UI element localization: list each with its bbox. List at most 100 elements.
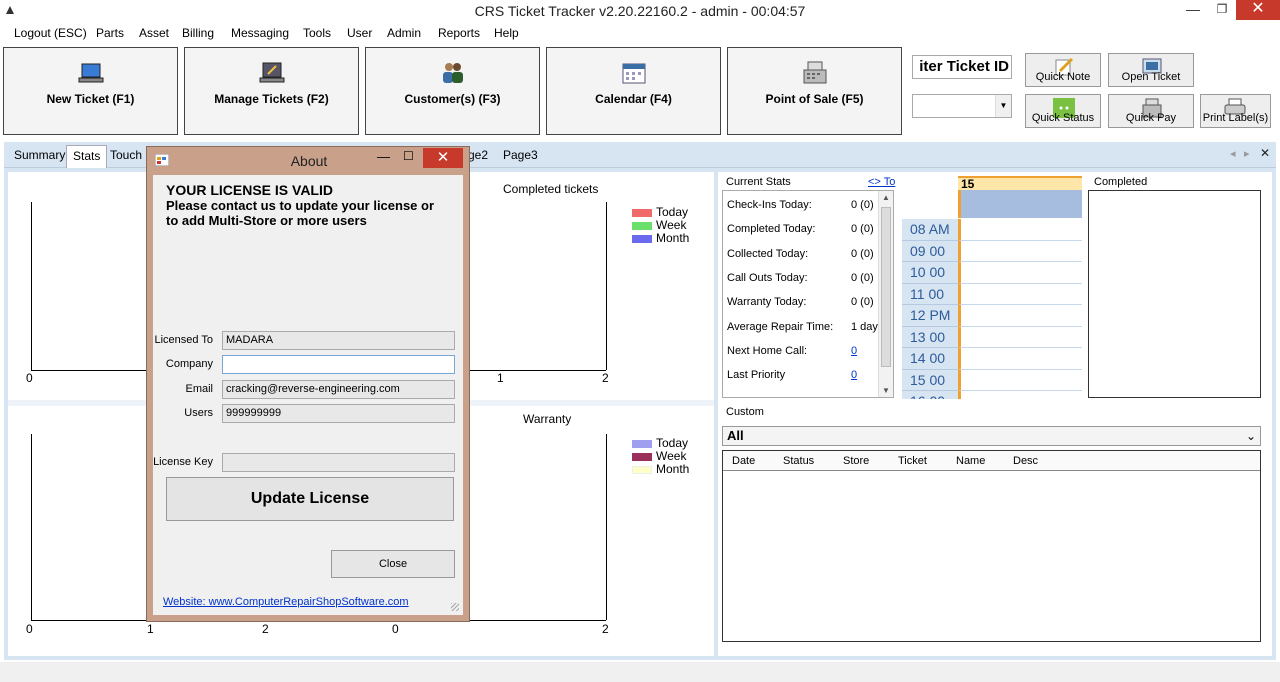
legend-label: Today: [656, 436, 689, 450]
stat-value: 0 (0): [851, 199, 874, 211]
tick-label: 1: [147, 622, 154, 636]
new-ticket-button[interactable]: New Ticket (F1): [3, 47, 178, 135]
calendar-slot[interactable]: [958, 391, 1082, 399]
calendar-slot[interactable]: [958, 326, 1082, 348]
menu-user[interactable]: User: [347, 26, 372, 40]
dialog-body: YOUR LICENSE IS VALID Please contact us …: [153, 175, 463, 615]
grid-header: Date Status Store Ticket Name Desc: [723, 451, 1260, 471]
website-link[interactable]: Website: www.ComputerRepairShopSoftware.…: [163, 596, 409, 608]
minimize-button[interactable]: —: [1178, 0, 1208, 20]
open-ticket-button[interactable]: Open Ticket: [1108, 53, 1194, 87]
stat-row: Warranty Today: 0 (0): [727, 296, 893, 308]
tick-label: 2: [602, 622, 609, 636]
next-home-call-link[interactable]: 0: [851, 345, 857, 357]
menu-parts[interactable]: Parts: [96, 26, 124, 40]
stats-scrollbar[interactable]: ▲ ▼: [878, 191, 893, 397]
chevron-down-icon[interactable]: ▼: [995, 95, 1011, 117]
calendar-minute: 00: [929, 371, 946, 388]
update-license-button[interactable]: Update License: [166, 477, 454, 521]
resize-grip[interactable]: [451, 603, 459, 611]
column-status[interactable]: Status: [783, 455, 814, 467]
calendar-slot[interactable]: [958, 283, 1082, 305]
customers-button[interactable]: Customer(s) (F3): [365, 47, 540, 135]
dialog-close-button[interactable]: ✕: [423, 148, 463, 168]
quick-pay-label: Quick Pay: [1125, 112, 1177, 124]
tab-page3[interactable]: Page3: [497, 145, 544, 168]
column-name[interactable]: Name: [956, 455, 985, 467]
column-date[interactable]: Date: [732, 455, 755, 467]
column-store[interactable]: Store: [843, 455, 869, 467]
calendar-button[interactable]: Calendar (F4): [546, 47, 721, 135]
menu-messaging[interactable]: Messaging: [231, 26, 289, 40]
menu-reports[interactable]: Reports: [438, 26, 480, 40]
calendar-time-label: 12 PM: [902, 305, 958, 327]
quick-pay-button[interactable]: Quick Pay: [1108, 94, 1194, 128]
window-title: CRS Ticket Tracker v2.20.22160.2 - admin…: [474, 3, 806, 19]
scroll-up-icon[interactable]: ▲: [882, 193, 890, 202]
calendar-slot[interactable]: [958, 262, 1082, 284]
quick-note-button[interactable]: Quick Note: [1025, 53, 1101, 87]
legend-week: Week: [632, 218, 686, 232]
email-field[interactable]: cracking@reverse-engineering.com: [222, 380, 455, 399]
dialog-maximize-button[interactable]: ☐: [403, 149, 414, 163]
scroll-down-icon[interactable]: ▼: [882, 386, 890, 395]
menu-asset[interactable]: Asset: [139, 26, 169, 40]
current-stats-link[interactable]: <> To: [868, 176, 895, 188]
menu-logout[interactable]: Logout (ESC): [14, 26, 87, 40]
license-contact-line: to add Multi-Store or more users: [166, 213, 367, 228]
tab-stats[interactable]: Stats: [66, 145, 108, 168]
calendar-slot[interactable]: [958, 219, 1082, 241]
menu-help[interactable]: Help: [494, 26, 519, 40]
stat-label: Call Outs Today:: [727, 272, 808, 284]
manage-tickets-button[interactable]: Manage Tickets (F2): [184, 47, 359, 135]
scroll-thumb[interactable]: [881, 207, 891, 367]
company-field[interactable]: [222, 355, 455, 374]
close-button[interactable]: Close: [331, 550, 455, 578]
ticket-combo-box[interactable]: ▼: [912, 94, 1012, 118]
calendar-hour: 16: [910, 393, 926, 399]
dialog-minimize-button[interactable]: —: [377, 149, 390, 164]
calendar-slot[interactable]: [958, 240, 1082, 262]
close-window-button[interactable]: ✕: [1236, 0, 1280, 20]
tab-prev-icon[interactable]: ◂: [1230, 147, 1236, 160]
calendar-hour: 12: [910, 307, 926, 323]
menu-admin[interactable]: Admin: [387, 26, 421, 40]
license-key-field[interactable]: [222, 453, 455, 472]
menu-billing[interactable]: Billing: [182, 26, 214, 40]
calendar-slot[interactable]: [958, 305, 1082, 327]
print-labels-button[interactable]: Print Label(s): [1200, 94, 1271, 128]
custom-select-value: All: [727, 428, 744, 443]
calendar-slot[interactable]: [958, 369, 1082, 391]
stat-label: Warranty Today:: [727, 296, 807, 308]
calendar-slot[interactable]: [958, 348, 1082, 370]
tab-summary[interactable]: Summary: [8, 145, 71, 168]
calendar-minute: 00: [929, 264, 946, 280]
chevron-down-icon[interactable]: ⌄: [1246, 427, 1256, 445]
tick-label: 2: [262, 622, 269, 636]
quick-status-button[interactable]: Quick Status: [1025, 94, 1101, 128]
calendar-time-label: 14 00: [902, 348, 958, 370]
calendar-time-label: 15 00: [902, 369, 958, 391]
column-desc[interactable]: Desc: [1013, 455, 1038, 467]
custom-select[interactable]: All ⌄: [722, 426, 1261, 446]
calendar-all-day[interactable]: [958, 190, 1082, 218]
calendar-minute: 00: [929, 350, 946, 366]
stat-row: Next Home Call: 0: [727, 345, 893, 357]
calendar-label: Calendar (F4): [595, 92, 672, 106]
day-calendar[interactable]: 15 08 AM 09 00 10 00 11 00 12 PM 13 00 14 00 15…: [902, 174, 1082, 399]
maximize-button[interactable]: ❐: [1208, 0, 1236, 20]
users-field[interactable]: 999999999: [222, 404, 455, 423]
tab-next-icon[interactable]: ▸: [1244, 147, 1250, 160]
menu-tools[interactable]: Tools: [303, 26, 331, 40]
licensed-to-field[interactable]: MADARA: [222, 331, 455, 350]
column-ticket[interactable]: Ticket: [898, 455, 927, 467]
calendar-time-label: 11 00: [902, 283, 958, 305]
calendar-minute: 00: [929, 328, 946, 345]
license-status: YOUR LICENSE IS VALID: [166, 182, 333, 198]
enter-ticket-id-field[interactable]: iter Ticket ID: [912, 55, 1012, 79]
last-priority-link[interactable]: 0: [851, 369, 857, 381]
point-of-sale-button[interactable]: Point of Sale (F5): [727, 47, 902, 135]
app-window: CRS Ticket Tracker v2.20.22160.2 - admin…: [0, 0, 1280, 682]
open-ticket-label: Open Ticket: [1121, 71, 1181, 83]
close-tab-icon[interactable]: ✕: [1260, 146, 1270, 160]
